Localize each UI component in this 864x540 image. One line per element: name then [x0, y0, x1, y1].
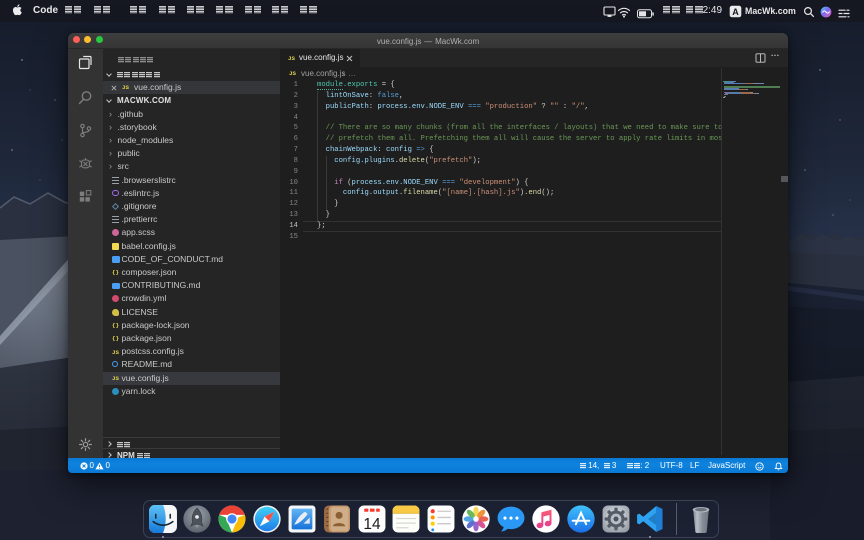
svg-text:14: 14 — [363, 515, 381, 532]
svg-text:A: A — [732, 6, 739, 16]
